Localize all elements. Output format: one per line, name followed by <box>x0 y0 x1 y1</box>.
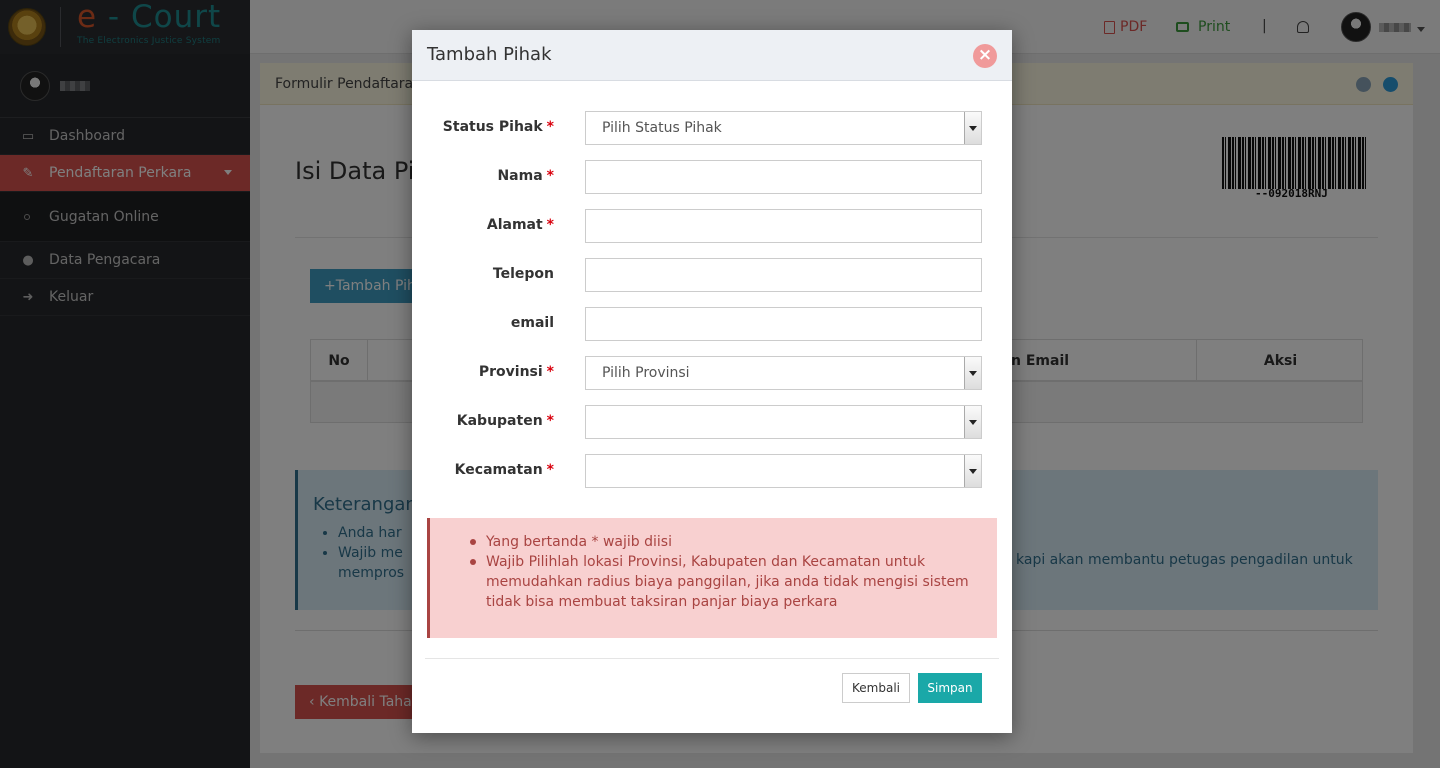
chevron-down-icon[interactable] <box>964 357 981 389</box>
required-marker: * <box>546 413 554 429</box>
label-text: Telepon <box>492 266 554 282</box>
required-marker: * <box>546 217 554 233</box>
alert-item: Yang bertanda * wajib diisi <box>470 532 977 552</box>
required-marker: * <box>546 364 554 380</box>
simpan-button[interactable]: Simpan <box>918 673 982 703</box>
required-marker: * <box>546 119 554 135</box>
field-label: Telepon <box>493 266 554 282</box>
selected-value: Pilih Status Pihak <box>602 120 722 136</box>
required-marker: * <box>546 462 554 478</box>
add-party-modal: Tambah Pihak × Status Pihak * Pilih Statu… <box>412 30 1012 733</box>
field-label: Status Pihak * <box>443 119 554 135</box>
field-label: Kabupaten * <box>457 413 554 429</box>
label-text: Status Pihak <box>442 119 543 135</box>
form-row-alamat: Alamat * <box>412 209 1012 243</box>
form-row-kecamatan: Kecamatan * <box>412 454 1012 488</box>
form-row-kabupaten: Kabupaten * <box>412 405 1012 439</box>
chevron-down-icon[interactable] <box>964 455 981 487</box>
form-row-nama: Nama * <box>412 160 1012 194</box>
provinsi-select[interactable]: Pilih Provinsi <box>585 356 982 390</box>
chevron-down-icon[interactable] <box>964 112 981 144</box>
selected-value: Pilih Provinsi <box>602 365 690 381</box>
alamat-input[interactable] <box>585 209 982 243</box>
kabupaten-select[interactable] <box>585 405 982 439</box>
status-pihak-select[interactable]: Pilih Status Pihak <box>585 111 982 145</box>
telepon-input[interactable] <box>585 258 982 292</box>
kembali-button[interactable]: Kembali <box>842 673 910 703</box>
label-text: Alamat <box>486 217 543 233</box>
form-row-email: email <box>412 307 1012 341</box>
field-label: email <box>511 315 554 331</box>
modal-header: Tambah Pihak × <box>412 30 1012 81</box>
nama-input[interactable] <box>585 160 982 194</box>
label-text: Provinsi <box>478 364 543 380</box>
field-label: Kecamatan * <box>455 462 554 478</box>
label-text: Kabupaten <box>456 413 543 429</box>
form-row-telepon: Telepon <box>412 258 1012 292</box>
required-fields-alert: Yang bertanda * wajib diisi Wajib Pilihl… <box>427 518 997 638</box>
chevron-down-icon[interactable] <box>964 406 981 438</box>
email-field[interactable] <box>585 307 982 341</box>
kecamatan-select[interactable] <box>585 454 982 488</box>
form-row-provinsi: Provinsi * Pilih Provinsi <box>412 356 1012 390</box>
field-label: Alamat * <box>487 217 554 233</box>
alert-list: Yang bertanda * wajib diisi Wajib Pilihl… <box>470 532 977 612</box>
field-label: Provinsi * <box>479 364 554 380</box>
alert-item: Wajib Pilihlah lokasi Provinsi, Kabupate… <box>470 552 977 612</box>
form-row-status-pihak: Status Pihak * Pilih Status Pihak <box>412 111 1012 145</box>
modal-title: Tambah Pihak <box>427 44 552 65</box>
field-label: Nama * <box>497 168 554 184</box>
close-icon[interactable]: × <box>973 44 997 68</box>
label-text: email <box>510 315 554 331</box>
required-marker: * <box>546 168 554 184</box>
label-text: Nama <box>497 168 543 184</box>
label-text: Kecamatan <box>454 462 543 478</box>
modal-footer-divider <box>425 658 999 659</box>
